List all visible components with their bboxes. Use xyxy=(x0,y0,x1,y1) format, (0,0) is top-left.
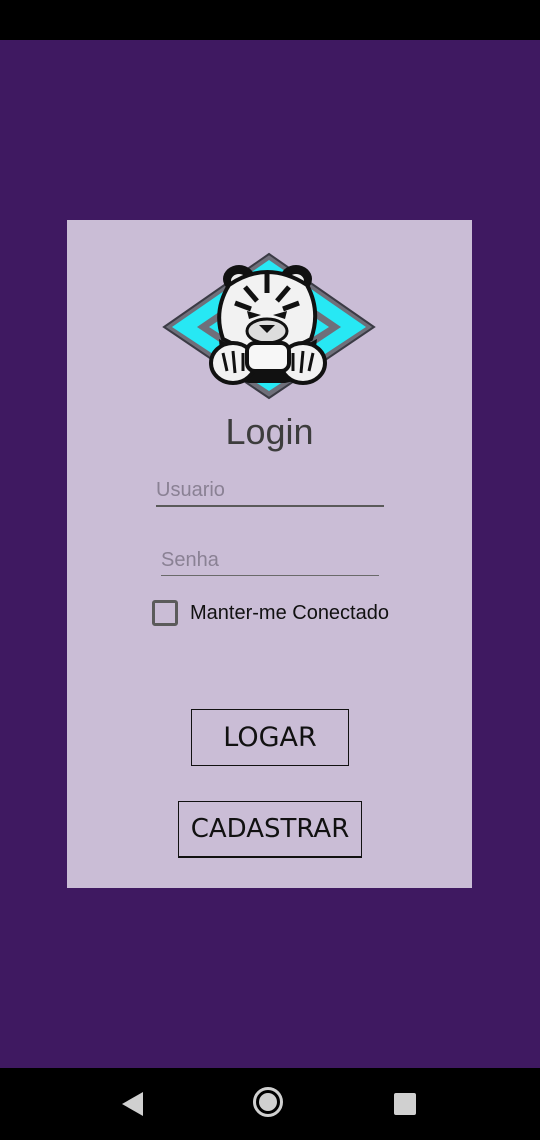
back-triangle-icon[interactable] xyxy=(122,1092,143,1116)
home-circle-icon[interactable] xyxy=(253,1087,283,1117)
login-button[interactable]: LOGAR xyxy=(191,709,349,766)
password-input[interactable] xyxy=(161,546,379,576)
recents-square-icon[interactable] xyxy=(394,1093,416,1115)
status-bar xyxy=(0,0,540,40)
tiger-gamer-logo xyxy=(162,252,376,400)
remember-me-label[interactable]: Manter-me Conectado xyxy=(190,601,389,625)
username-input[interactable] xyxy=(156,475,384,507)
login-title: Login xyxy=(225,411,314,452)
register-button[interactable]: CADASTRAR xyxy=(178,801,362,858)
remember-me-checkbox[interactable] xyxy=(152,600,178,626)
